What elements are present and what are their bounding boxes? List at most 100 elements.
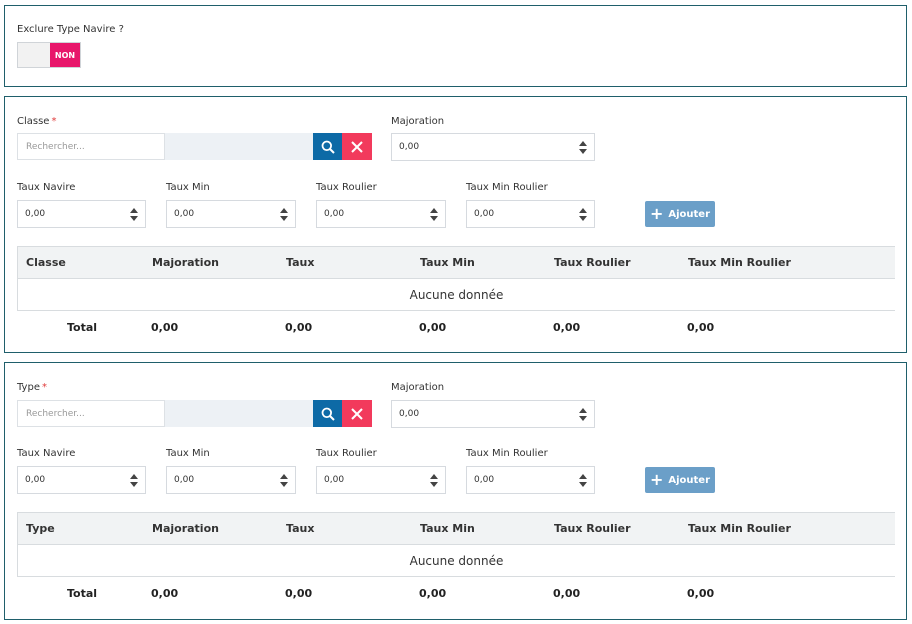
- empty-message: Aucune donnée: [17, 545, 895, 577]
- search-icon: [321, 407, 335, 421]
- column-header[interactable]: Taux Min Roulier: [688, 256, 838, 269]
- type-label-text: Type: [17, 382, 40, 393]
- spinner[interactable]: [273, 473, 295, 487]
- total-label: Total: [67, 586, 98, 600]
- table-total-row: Total 0,00 0,00 0,00 0,00 0,00: [17, 577, 895, 609]
- column-header[interactable]: Taux: [286, 256, 420, 269]
- column-header[interactable]: Majoration: [152, 522, 286, 535]
- spinner-down-icon[interactable]: [579, 481, 587, 487]
- close-icon: [351, 407, 363, 420]
- taux-navire-value: 0,00: [25, 209, 46, 219]
- total-value: 0,00: [285, 320, 313, 334]
- add-button[interactable]: + Ajouter: [645, 467, 715, 493]
- column-header[interactable]: Classe: [18, 256, 152, 269]
- spinner-down-icon[interactable]: [579, 148, 587, 154]
- spinner[interactable]: [572, 207, 594, 221]
- total-value: 0,00: [151, 586, 179, 600]
- classe-panel: Classe * Rechercher... Majoration 0,00 Ta…: [4, 96, 907, 353]
- spinner-up-icon[interactable]: [130, 473, 138, 479]
- taux-roulier-label: Taux Roulier: [316, 182, 377, 193]
- spinner-up-icon[interactable]: [280, 207, 288, 213]
- exclude-toggle[interactable]: NON: [17, 42, 81, 68]
- type-search-input[interactable]: Rechercher...: [17, 400, 165, 427]
- classe-search-button[interactable]: [313, 133, 342, 160]
- table-header: Type Majoration Taux Taux Min Taux Rouli…: [17, 512, 895, 545]
- majoration-label: Majoration: [391, 382, 445, 393]
- spinner-up-icon[interactable]: [579, 473, 587, 479]
- empty-message: Aucune donnée: [17, 279, 895, 311]
- spinner-up-icon[interactable]: [280, 473, 288, 479]
- taux-navire-label: Taux Navire: [17, 182, 76, 193]
- spinner-down-icon[interactable]: [280, 215, 288, 221]
- spinner[interactable]: [123, 207, 145, 221]
- spinner-down-icon[interactable]: [130, 215, 138, 221]
- taux-min-value: 0,00: [174, 209, 195, 219]
- column-header[interactable]: Taux Roulier: [554, 522, 688, 535]
- taux-min-input[interactable]: 0,00: [166, 200, 296, 228]
- column-header[interactable]: Taux Roulier: [554, 256, 688, 269]
- total-value: 0,00: [553, 586, 581, 600]
- classe-table: Classe Majoration Taux Taux Min Taux Rou…: [17, 246, 895, 343]
- spinner[interactable]: [572, 473, 594, 487]
- spinner[interactable]: [572, 407, 594, 421]
- classe-search-input[interactable]: Rechercher...: [17, 133, 165, 160]
- majoration-value: 0,00: [399, 142, 420, 152]
- spinner-down-icon[interactable]: [579, 215, 587, 221]
- spinner-down-icon[interactable]: [430, 215, 438, 221]
- taux-min-roulier-input[interactable]: 0,00: [466, 200, 595, 228]
- classe-search: Rechercher...: [17, 133, 372, 160]
- type-clear-button[interactable]: [342, 400, 372, 427]
- add-button[interactable]: + Ajouter: [645, 201, 715, 227]
- spinner-up-icon[interactable]: [579, 407, 587, 413]
- spinner-up-icon[interactable]: [430, 207, 438, 213]
- exclude-label: Exclure Type Navire ?: [17, 24, 124, 35]
- majoration-input[interactable]: 0,00: [391, 133, 595, 161]
- spinner-up-icon[interactable]: [579, 140, 587, 146]
- spinner-down-icon[interactable]: [579, 415, 587, 421]
- spinner[interactable]: [273, 207, 295, 221]
- toggle-state: NON: [50, 43, 80, 67]
- taux-navire-input[interactable]: 0,00: [17, 466, 146, 494]
- required-mark: *: [41, 382, 47, 393]
- spinner[interactable]: [123, 473, 145, 487]
- column-header[interactable]: Taux: [286, 522, 420, 535]
- required-mark: *: [51, 116, 57, 127]
- taux-navire-label: Taux Navire: [17, 448, 76, 459]
- spinner-down-icon[interactable]: [430, 481, 438, 487]
- taux-roulier-label: Taux Roulier: [316, 448, 377, 459]
- majoration-input[interactable]: 0,00: [391, 400, 595, 428]
- majoration-label: Majoration: [391, 116, 445, 127]
- close-icon: [351, 140, 363, 153]
- taux-min-label: Taux Min: [166, 448, 210, 459]
- spinner-down-icon[interactable]: [130, 481, 138, 487]
- spinner-up-icon[interactable]: [579, 207, 587, 213]
- spinner[interactable]: [572, 140, 594, 154]
- taux-roulier-input[interactable]: 0,00: [316, 200, 446, 228]
- spinner[interactable]: [423, 473, 445, 487]
- total-value: 0,00: [419, 586, 447, 600]
- total-label: Total: [67, 320, 98, 334]
- taux-min-roulier-input[interactable]: 0,00: [466, 466, 595, 494]
- classe-clear-button[interactable]: [342, 133, 372, 160]
- taux-min-label: Taux Min: [166, 182, 210, 193]
- column-header[interactable]: Majoration: [152, 256, 286, 269]
- column-header[interactable]: Taux Min Roulier: [688, 522, 838, 535]
- spinner-up-icon[interactable]: [130, 207, 138, 213]
- total-value: 0,00: [687, 586, 715, 600]
- plus-icon: +: [649, 470, 664, 489]
- spinner-down-icon[interactable]: [280, 481, 288, 487]
- classe-label-text: Classe: [17, 116, 50, 127]
- taux-min-input[interactable]: 0,00: [166, 466, 296, 494]
- taux-roulier-value: 0,00: [324, 475, 345, 485]
- spinner[interactable]: [423, 207, 445, 221]
- column-header[interactable]: Type: [18, 522, 152, 535]
- taux-navire-value: 0,00: [25, 475, 46, 485]
- taux-roulier-input[interactable]: 0,00: [316, 466, 446, 494]
- spinner-up-icon[interactable]: [430, 473, 438, 479]
- taux-navire-input[interactable]: 0,00: [17, 200, 146, 228]
- column-header[interactable]: Taux Min: [420, 522, 554, 535]
- column-header[interactable]: Taux Min: [420, 256, 554, 269]
- type-table: Type Majoration Taux Taux Min Taux Rouli…: [17, 512, 895, 609]
- type-search-button[interactable]: [313, 400, 342, 427]
- type-search-display: [165, 400, 313, 427]
